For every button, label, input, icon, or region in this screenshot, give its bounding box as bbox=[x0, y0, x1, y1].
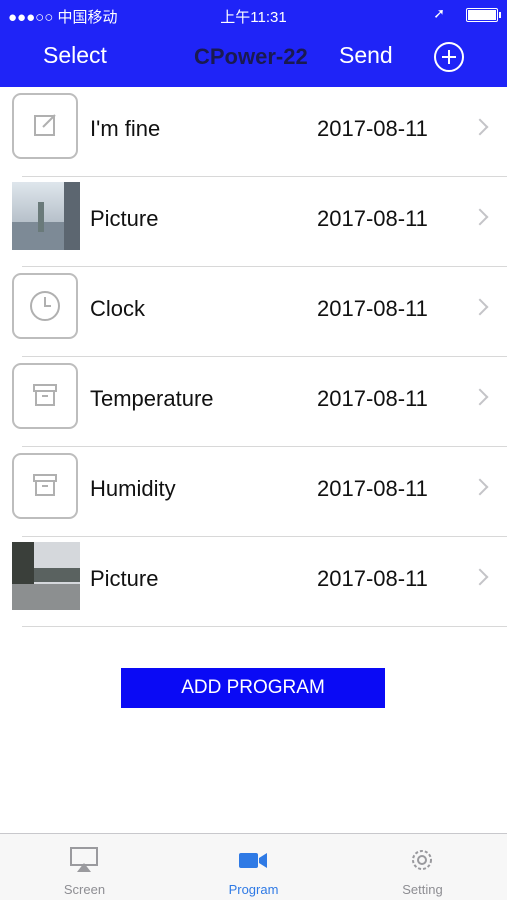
edit-icon bbox=[12, 93, 78, 159]
clock-icon bbox=[12, 273, 78, 339]
chevron-right-icon bbox=[471, 478, 489, 496]
program-row[interactable]: Temperature 2017-08-11 bbox=[0, 357, 507, 447]
program-row[interactable]: Picture 2017-08-11 bbox=[0, 537, 507, 627]
tab-bar: Screen Program Setting bbox=[0, 833, 507, 900]
add-program-button[interactable]: ADD PROGRAM bbox=[121, 668, 385, 708]
program-date: 2017-08-11 bbox=[317, 386, 428, 411]
program-date: 2017-08-11 bbox=[317, 296, 428, 321]
program-name: Temperature bbox=[90, 386, 214, 411]
photo-thumbnail bbox=[12, 182, 80, 250]
location-arrow-icon: ➚ bbox=[433, 5, 445, 21]
tab-label: Screen bbox=[63, 882, 106, 897]
battery-icon bbox=[466, 8, 501, 22]
program-row[interactable]: Picture 2017-08-11 bbox=[0, 177, 507, 267]
program-row[interactable]: I'm fine 2017-08-11 bbox=[0, 87, 507, 177]
chevron-right-icon bbox=[471, 388, 489, 406]
tab-label: Program bbox=[228, 882, 279, 897]
tab-screen[interactable]: Screen bbox=[0, 834, 169, 900]
archive-icon bbox=[12, 453, 78, 519]
program-name: Humidity bbox=[90, 476, 176, 501]
chevron-right-icon bbox=[471, 298, 489, 316]
chevron-right-icon bbox=[471, 118, 489, 136]
program-date: 2017-08-11 bbox=[317, 566, 428, 591]
program-row[interactable]: Clock 2017-08-11 bbox=[0, 267, 507, 357]
chevron-right-icon bbox=[471, 208, 489, 226]
select-button[interactable]: Select bbox=[43, 42, 107, 69]
program-name: Clock bbox=[90, 296, 146, 321]
archive-icon bbox=[12, 363, 78, 429]
tab-label: Setting bbox=[402, 882, 443, 897]
tab-setting[interactable]: Setting bbox=[338, 834, 507, 900]
photo-thumbnail bbox=[12, 542, 80, 610]
plus-circle-icon[interactable] bbox=[434, 42, 464, 72]
program-date: 2017-08-11 bbox=[317, 476, 428, 501]
program-date: 2017-08-11 bbox=[317, 206, 428, 231]
airplay-icon bbox=[70, 847, 98, 872]
program-name: Picture bbox=[90, 206, 159, 231]
program-name: I'm fine bbox=[90, 116, 161, 141]
program-name: Picture bbox=[90, 566, 159, 591]
program-row[interactable]: Humidity 2017-08-11 bbox=[0, 447, 507, 537]
page-title: CPower-22 bbox=[194, 44, 308, 69]
navigation-header: ●●●○○ 中国移动 ︎ 上午11:31 ➚ Select CPower-22 … bbox=[0, 0, 507, 87]
status-bar: ●●●○○ 中国移动 ︎ 上午11:31 ➚ bbox=[0, 0, 507, 30]
send-button[interactable]: Send bbox=[339, 42, 393, 69]
video-camera-icon bbox=[239, 853, 267, 868]
program-date: 2017-08-11 bbox=[317, 116, 428, 141]
status-time: 上午11:31 bbox=[220, 9, 287, 26]
program-list: I'm fine 2017-08-11 Picture 2017-08-11 C… bbox=[0, 87, 507, 627]
chevron-right-icon bbox=[471, 568, 489, 586]
tab-program[interactable]: Program bbox=[169, 834, 338, 900]
gear-icon bbox=[412, 850, 432, 870]
